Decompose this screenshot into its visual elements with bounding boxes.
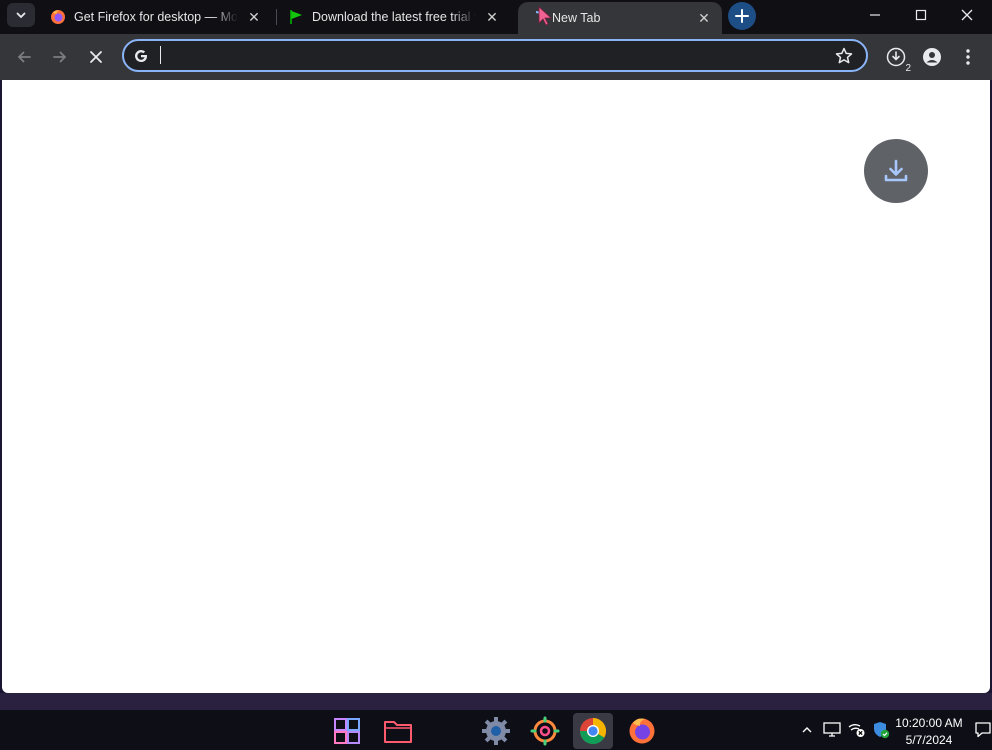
profile-button[interactable] (918, 43, 946, 71)
downloads-count-badge: 2 (905, 63, 911, 74)
mouse-cursor-icon (538, 6, 552, 26)
file-explorer-icon (384, 721, 412, 743)
download-icon (886, 47, 906, 67)
start-button[interactable] (327, 713, 367, 749)
download-bubble-button[interactable] (864, 139, 928, 203)
tab-firefox-download[interactable]: Get Firefox for desktop — Mozilla ✕ (40, 0, 272, 34)
chevron-down-icon (16, 12, 26, 19)
shield-check-icon (874, 722, 890, 739)
desktop-background (0, 693, 992, 710)
network-disconnected-icon (848, 724, 865, 737)
browser-toolbar: 2 (0, 34, 992, 80)
tab-free-trial[interactable]: Download the latest free trial version ✕ (278, 0, 510, 34)
clock-date: 5/7/2024 (905, 733, 953, 747)
page-viewport (2, 80, 990, 693)
taskbar-firefox-button[interactable] (622, 713, 662, 749)
notification-icon (975, 722, 991, 738)
downloads-button[interactable]: 2 (882, 43, 911, 74)
arrow-back-icon (17, 51, 31, 63)
close-icon (961, 9, 973, 21)
tab-title: New Tab (552, 11, 601, 25)
clock-time: 10:20:00 AM (895, 716, 963, 730)
chevron-up-icon (802, 727, 812, 733)
green-flag-icon (290, 10, 302, 24)
tray-display-button[interactable] (822, 720, 842, 740)
minimize-button[interactable] (852, 0, 898, 30)
settings-colorful-icon (530, 716, 560, 746)
tab-title: Download the latest free trial version (312, 10, 476, 24)
close-tab-icon[interactable]: ✕ (694, 8, 714, 28)
menu-button[interactable] (954, 43, 982, 71)
address-input[interactable] (158, 44, 822, 70)
taskbar-chrome-button[interactable] (573, 713, 613, 749)
close-tab-icon[interactable]: ✕ (482, 7, 502, 27)
text-cursor (160, 46, 161, 64)
download-icon (884, 159, 908, 182)
notifications-button[interactable] (973, 720, 992, 740)
star-icon[interactable] (834, 46, 854, 66)
file-explorer-button[interactable] (378, 713, 418, 749)
tab-title: Get Firefox for desktop — Mozilla (74, 10, 238, 24)
new-tab-button[interactable] (728, 2, 756, 30)
taskbar: 10:20:00 AM 5/7/2024 (0, 710, 992, 750)
chrome-icon (579, 717, 607, 745)
clock[interactable]: 10:20:00 AM 5/7/2024 (893, 715, 965, 749)
minimize-icon (870, 14, 880, 16)
maximize-icon (915, 9, 927, 21)
settings-icon (482, 717, 510, 745)
close-icon (90, 51, 102, 63)
tray-security-button[interactable] (871, 720, 891, 740)
back-button[interactable] (9, 42, 39, 72)
show-hidden-icons-button[interactable] (797, 720, 817, 740)
kebab-menu-icon (966, 49, 970, 65)
stop-loading-button[interactable] (81, 42, 111, 72)
start-icon (334, 718, 360, 744)
maximize-button[interactable] (898, 0, 944, 30)
close-tab-icon[interactable]: ✕ (244, 7, 264, 27)
google-g-icon (135, 50, 147, 62)
address-bar[interactable] (122, 39, 868, 72)
close-window-button[interactable] (944, 0, 990, 30)
firefox-icon (51, 10, 65, 24)
tab-strip: Get Firefox for desktop — Mozilla ✕ Down… (0, 0, 992, 34)
firefox-icon (629, 718, 655, 744)
plus-icon (735, 9, 749, 23)
tab-search-button[interactable] (7, 3, 35, 27)
taskbar-settings-color-button[interactable] (525, 713, 565, 749)
forward-button[interactable] (45, 42, 75, 72)
tray-network-button[interactable] (847, 720, 867, 740)
arrow-forward-icon (53, 51, 67, 63)
person-icon (923, 48, 941, 66)
taskbar-settings-button[interactable] (476, 713, 516, 749)
tab-divider (276, 9, 277, 25)
monitor-icon (823, 722, 841, 737)
